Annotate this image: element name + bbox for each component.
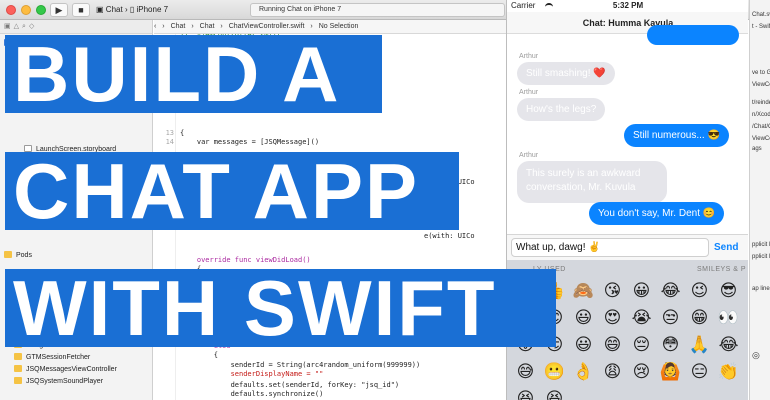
emoji-key[interactable]: 😘 — [598, 278, 627, 305]
inspector-text: ap lines — [752, 286, 770, 292]
title-line-1: BUILD A — [5, 35, 382, 113]
stop-button[interactable]: ■ — [72, 3, 90, 17]
play-icon: ▶ — [55, 5, 63, 15]
emoji-key[interactable]: 😍 — [598, 305, 627, 332]
message-bubble: Still numerous... 😎 — [624, 124, 729, 147]
jumpbar-crumb-file[interactable]: ChatViewController.swift — [229, 23, 305, 30]
stop-icon: ■ — [78, 5, 84, 15]
scheme-device-label: iPhone 7 — [136, 5, 169, 14]
emoji-key[interactable]: 🙆 — [656, 359, 685, 386]
run-button[interactable]: ▶ — [50, 3, 68, 17]
navigator-item-label: JSQSystemSoundPlayer — [26, 378, 104, 385]
close-window-button[interactable] — [6, 5, 16, 15]
warning-icon[interactable]: △ — [14, 23, 22, 30]
sim-status-bar: Carrier 5:32 PM — [507, 0, 748, 12]
emoji-key[interactable]: 😃 — [569, 332, 598, 359]
activity-status: Running Chat on iPhone 7 — [250, 3, 505, 17]
title-overlay: BUILD A CHAT APP WITH SWIFT — [5, 35, 561, 347]
emoji-key[interactable]: 😀 — [627, 278, 656, 305]
inspector-text: t - Swift — [752, 24, 770, 30]
navigator-item-label: GTMSessionFetcher — [26, 354, 91, 361]
emoji-key[interactable]: 😬 — [540, 359, 569, 386]
forward-icon[interactable]: › — [162, 23, 164, 30]
activity-status-text: Running Chat on iPhone 7 — [259, 6, 342, 13]
inspector-text: n/Xcode — [752, 112, 770, 118]
scheme-app-label: Chat — [105, 5, 123, 14]
inspector-text: Chat.swift — [752, 12, 770, 18]
emoji-key[interactable]: 🙏 — [685, 332, 714, 359]
emoji-key[interactable]: 😆 — [540, 386, 569, 400]
code-line[interactable]: senderDisplayName = "" — [180, 370, 324, 379]
folder-icon — [14, 365, 22, 372]
emoji-key[interactable]: 👏 — [714, 359, 743, 386]
inspector-text: pplicit Li — [752, 242, 770, 248]
chevron-right-icon: › — [310, 23, 313, 30]
chevron-right-icon: › — [124, 5, 128, 14]
inspector-text: t/reinder — [752, 100, 770, 106]
emoji-key[interactable]: 😂 — [656, 278, 685, 305]
jump-bar: ‹ › Chat › Chat › ChatViewController.swi… — [154, 20, 506, 34]
navigator-tabs[interactable]: ▣△⌕◇ — [0, 20, 152, 34]
emoji-key[interactable]: 😎 — [714, 278, 743, 305]
emoji-key[interactable]: 😭 — [627, 305, 656, 332]
emoji-key[interactable]: 😄 — [598, 332, 627, 359]
emoji-key[interactable]: 😃 — [569, 305, 598, 332]
clock-label: 5:32 PM — [612, 1, 644, 10]
send-button[interactable]: Send — [714, 235, 738, 261]
minimize-window-button[interactable] — [21, 5, 31, 15]
emoji-key[interactable]: 😔 — [627, 332, 656, 359]
emoji-key[interactable]: 😳 — [656, 332, 685, 359]
title-line-3: WITH SWIFT — [5, 269, 556, 347]
breakpoint-icon[interactable]: ◇ — [29, 23, 37, 30]
jumpbar-crumb-project[interactable]: Chat — [171, 23, 186, 30]
inspector-text: ViewContr — [752, 136, 770, 142]
app-icon: ▣ — [96, 5, 104, 14]
folder-icon — [14, 353, 22, 360]
zoom-window-button[interactable] — [36, 5, 46, 15]
emoji-key[interactable]: 😅 — [511, 359, 540, 386]
device-icon: ▯ — [129, 5, 135, 14]
search-icon[interactable]: ⌕ — [22, 23, 29, 30]
scheme-selector[interactable]: ▣ Chat › ▯ iPhone 7 — [96, 3, 168, 17]
emoji-key[interactable]: 🙈 — [569, 278, 598, 305]
inspector-text: ags — [752, 146, 762, 152]
code-line[interactable]: senderId = String(arc4random_uniform(999… — [180, 361, 421, 370]
folder-icon — [14, 377, 22, 384]
code-line[interactable]: defaults.set(senderId, forKey: "jsq_id") — [180, 381, 400, 390]
emoji-key[interactable]: 😢 — [627, 359, 656, 386]
title-line-2: CHAT APP — [5, 152, 459, 230]
emoji-key[interactable]: 😉 — [685, 278, 714, 305]
message-bubble: You don't say, Mr. Dent 😊 — [589, 202, 725, 225]
back-icon[interactable]: ‹ — [154, 23, 156, 30]
inspector-text: pplicit Le — [752, 254, 770, 260]
emoji-key[interactable]: 😂 — [714, 332, 743, 359]
navigator-item[interactable]: JSQMessagesViewController — [0, 364, 152, 376]
message-bubble-previous — [647, 25, 739, 45]
emoji-key[interactable]: 😒 — [656, 305, 685, 332]
emoji-key[interactable]: 😑 — [685, 359, 714, 386]
smileys-header: SMILEYS & P — [697, 266, 747, 273]
emoji-key[interactable]: 😩 — [598, 359, 627, 386]
jumpbar-crumb-symbol[interactable]: No Selection — [319, 23, 359, 30]
jumpbar-crumb-group[interactable]: Chat — [200, 23, 215, 30]
utilities-inspector: Chat.swift t - Swift ve to Gro ViewContr t/r… — [749, 0, 770, 400]
emoji-key[interactable]: 😆 — [511, 386, 540, 400]
inspector-text: ViewContr — [752, 82, 770, 88]
emoji-key[interactable]: 😁 — [685, 305, 714, 332]
code-line[interactable]: defaults.synchronize() — [180, 390, 324, 399]
chevron-right-icon: › — [220, 23, 223, 30]
navigator-item-label: JSQMessagesViewController — [26, 366, 117, 373]
emoji-key[interactable]: 👀 — [714, 305, 743, 332]
chevron-right-icon: › — [191, 23, 194, 30]
folder-icon[interactable]: ▣ — [4, 23, 14, 30]
navigator-item[interactable]: GTMSessionFetcher — [0, 352, 152, 364]
inspector-text: ve to Gro — [752, 70, 770, 76]
code-line[interactable]: { — [180, 351, 218, 360]
inspector-text: /Chat/C — [752, 124, 770, 130]
settings-icon[interactable]: ◎ — [752, 350, 760, 361]
navigator-item[interactable]: JSQSystemSoundPlayer — [0, 376, 152, 388]
emoji-key[interactable]: 👌 — [569, 359, 598, 386]
